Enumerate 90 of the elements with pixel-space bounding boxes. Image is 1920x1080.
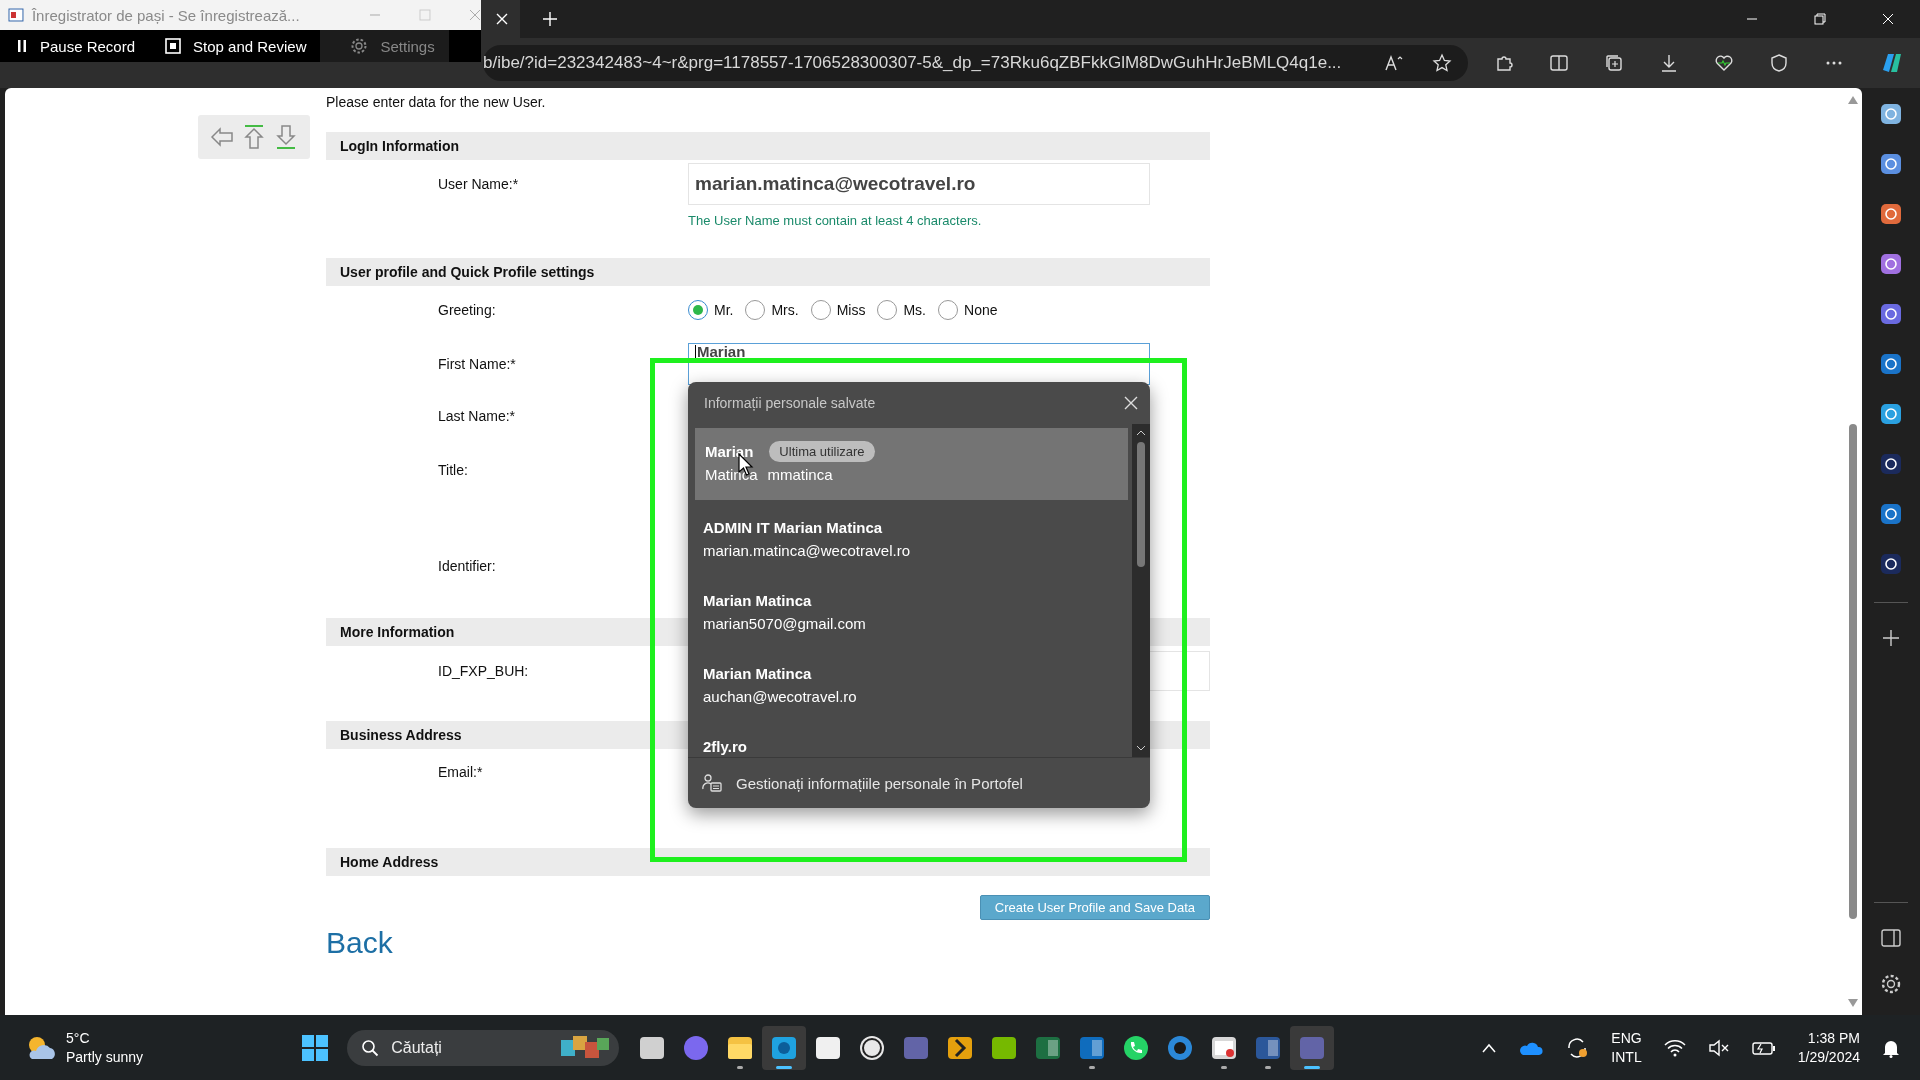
add-icon[interactable]	[1882, 629, 1900, 647]
ring-logo-icon	[858, 1033, 887, 1062]
sidebar-panel-icon[interactable]	[1881, 929, 1901, 947]
search-field[interactable]: Căutați	[347, 1029, 620, 1066]
download-arrow-icon[interactable]	[274, 124, 298, 150]
field-label: Email:*	[438, 764, 484, 780]
suggestion-detail: Matinca	[705, 466, 758, 483]
field-label: ID_FXP_BUH:	[438, 663, 530, 679]
lens-icon	[1166, 1033, 1195, 1062]
scroll-up-icon[interactable]	[1136, 430, 1146, 436]
radio-label[interactable]: None	[964, 302, 998, 318]
browser-tab[interactable]	[481, 0, 520, 38]
field-label: Identifier:	[438, 558, 497, 574]
scrollbar-thumb[interactable]	[1137, 442, 1145, 567]
speaker-muted-icon[interactable]	[1707, 1038, 1730, 1057]
manage-link[interactable]: Gestionați informațiile personale în Portofel	[688, 757, 1150, 808]
recorder-button[interactable]: Stop and Review	[149, 30, 321, 62]
pause-icon	[16, 39, 28, 53]
stop-icon	[165, 38, 182, 54]
field-label: First Name:*	[438, 356, 517, 372]
clock-time[interactable]: 1:38 PM	[1807, 1028, 1860, 1048]
scrollbar[interactable]	[1132, 424, 1150, 757]
popup-title: Informații personale salvate	[704, 395, 876, 411]
restore-icon[interactable]	[1814, 13, 1826, 25]
suggestion-name: Marian Matinca	[703, 591, 812, 609]
back-link[interactable]: Back	[326, 926, 393, 960]
favorite-star-icon[interactable]	[1432, 53, 1452, 73]
hint-text: The User Name must contain at least 4 characters.	[688, 213, 983, 228]
url-text: b/ibe/?id=232342483~4~r&prg=1178557-1706528300307-5&_dp_=73Rku6qZBFkkGlM8DwGuhHrJeBMLQ4q1e...	[483, 53, 1343, 73]
suggestion-name: Marian	[705, 442, 754, 460]
address-bar[interactable]: b/ibe/?id=232342483~4~r&prg=1178557-1706528300307-5&_dp_=73Rku6qZBFkkGlM8DwGuhHrJeBMLQ4q1e...	[483, 45, 1468, 81]
weather-text: Partly sunny	[66, 1047, 144, 1067]
suggestion-item[interactable]: Marian Ultima utilizare Matinca mmatinca	[695, 428, 1128, 500]
read-aloud-icon[interactable]	[1384, 54, 1404, 72]
taskbar-button[interactable]	[1290, 1025, 1335, 1070]
language-text[interactable]: ENG	[1611, 1028, 1642, 1048]
battery-icon[interactable]	[1751, 1039, 1776, 1056]
puzzle-icon[interactable]	[1494, 53, 1514, 73]
radio-button[interactable]	[938, 300, 958, 320]
radio-button[interactable]	[877, 300, 898, 320]
intro-text: Please enter data for the new User.	[326, 93, 547, 112]
settings-icon	[350, 37, 369, 55]
text-field[interactable]: marian.matinca@wecotravel.ro	[688, 163, 1150, 205]
suggestion-name: ADMIN IT Marian Matinca	[703, 518, 883, 536]
temperature-text: 5°C	[66, 1028, 91, 1048]
radio-button[interactable]	[688, 300, 708, 320]
collections-icon[interactable]	[1604, 53, 1624, 73]
field-label: Title:	[438, 462, 469, 478]
radio-label[interactable]: Ms.	[903, 302, 926, 318]
field-label: User Name:*	[438, 176, 520, 192]
sync-icon[interactable]	[1565, 1036, 1590, 1059]
phone-chat-icon	[1122, 1033, 1151, 1062]
clock-date[interactable]: 1/29/2024	[1797, 1047, 1860, 1067]
app-window-icon	[8, 7, 24, 23]
section-header: Home Address	[326, 848, 1210, 876]
radio-button[interactable]	[745, 300, 766, 320]
scroll-down-icon[interactable]	[1136, 745, 1146, 751]
suggestion-detail: auchan@wecotravel.ro	[703, 688, 857, 705]
language-text[interactable]: INTL	[1611, 1047, 1642, 1067]
back-arrow-icon[interactable]	[210, 125, 234, 149]
recorder-button[interactable]: Pause Record	[0, 30, 150, 62]
radio-label[interactable]: Mrs.	[771, 302, 799, 318]
field-label: Last Name:*	[438, 408, 517, 424]
window-title: Înregistrator de pași - Se înregistrează...	[31, 6, 301, 24]
upload-arrow-icon[interactable]	[242, 124, 266, 150]
split-screen-icon[interactable]	[1549, 53, 1569, 73]
download-icon[interactable]	[1659, 53, 1679, 73]
new-tab-icon[interactable]	[542, 11, 558, 27]
scrollbar-thumb[interactable]	[1849, 424, 1857, 919]
field-label: Greeting:	[438, 302, 497, 318]
suggestion-detail: marian.matinca@wecotravel.ro	[703, 542, 910, 559]
suggestion-name: Marian Matinca	[703, 664, 812, 682]
chevron-up-icon[interactable]	[1481, 1041, 1498, 1054]
suggestion-detail: marian5070@gmail.com	[703, 615, 866, 632]
radio-button[interactable]	[810, 300, 831, 320]
radio-label[interactable]: Mr.	[714, 302, 734, 318]
last-used-badge: Ultima utilizare	[769, 440, 875, 462]
section-header: User profile and Quick Profile settings	[326, 258, 1210, 286]
radio-label[interactable]: Miss	[836, 302, 866, 318]
wifi-icon[interactable]	[1663, 1038, 1686, 1057]
start-icon[interactable]	[301, 1033, 330, 1062]
shield-icon[interactable]	[1769, 53, 1789, 73]
settings-icon[interactable]	[1880, 973, 1902, 995]
suggestion-detail: mmatinca	[767, 466, 833, 483]
suggestion-item[interactable]: ADMIN IT Marian Matinca marian.matinca@wecotravel.ro	[695, 504, 1128, 577]
heart-pulse-icon[interactable]	[1714, 53, 1734, 73]
person-card-icon	[702, 774, 722, 792]
suggestion-item[interactable]: Marian Matinca auchan@wecotravel.ro	[695, 650, 1128, 723]
section-header: LogIn Information	[326, 132, 1210, 160]
taskbar-button[interactable]	[762, 1025, 807, 1070]
